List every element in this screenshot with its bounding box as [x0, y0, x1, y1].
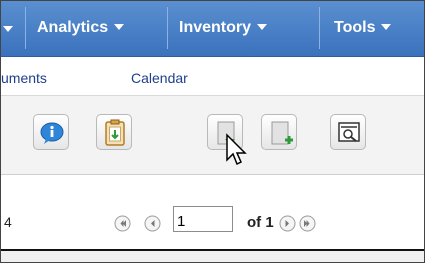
- chevron-down-icon: [381, 23, 392, 30]
- clipboard-button[interactable]: [96, 114, 132, 150]
- pager: 4 of 1: [1, 175, 424, 249]
- nav-item-label: Analytics: [37, 19, 109, 36]
- nav-divider: [25, 7, 26, 49]
- info-icon: [40, 122, 64, 144]
- nav-item-label: Tools: [334, 19, 376, 36]
- info-button[interactable]: [33, 114, 69, 150]
- nav-item-label: Inventory: [179, 19, 252, 36]
- prev-page-icon[interactable]: [144, 215, 161, 232]
- sub-nav: uments Calendar: [1, 57, 424, 96]
- nav-divider: [167, 7, 168, 49]
- page-total-label: of 1: [247, 214, 274, 231]
- page-number-input[interactable]: [173, 206, 233, 232]
- mouse-cursor-icon: [226, 133, 247, 166]
- subnav-link-calendar[interactable]: Calendar: [131, 70, 188, 86]
- last-page-icon[interactable]: [299, 215, 316, 232]
- nav-item-analytics[interactable]: Analytics: [37, 1, 125, 56]
- document-add-icon: [271, 121, 293, 145]
- top-nav: Analytics Inventory Tools: [1, 1, 424, 57]
- document-add-button[interactable]: [261, 114, 297, 150]
- nav-divider: [319, 7, 320, 49]
- app-window: Analytics Inventory Tools uments Calenda…: [0, 0, 425, 263]
- clipboard-icon: [105, 119, 125, 146]
- first-page-icon[interactable]: [114, 215, 131, 232]
- next-page-icon[interactable]: [279, 215, 296, 232]
- subnav-link-documents[interactable]: uments: [1, 70, 47, 86]
- nav-item-tools[interactable]: Tools: [334, 1, 392, 56]
- chevron-down-icon: [257, 23, 268, 30]
- nav-item-inventory[interactable]: Inventory: [179, 1, 268, 56]
- toolbar: [1, 96, 424, 175]
- grid-header: [1, 249, 424, 262]
- preview-button[interactable]: [330, 114, 366, 150]
- record-count: 4: [4, 214, 12, 230]
- chevron-down-icon[interactable]: [3, 26, 13, 32]
- preview-icon: [338, 122, 360, 142]
- chevron-down-icon: [114, 23, 125, 30]
